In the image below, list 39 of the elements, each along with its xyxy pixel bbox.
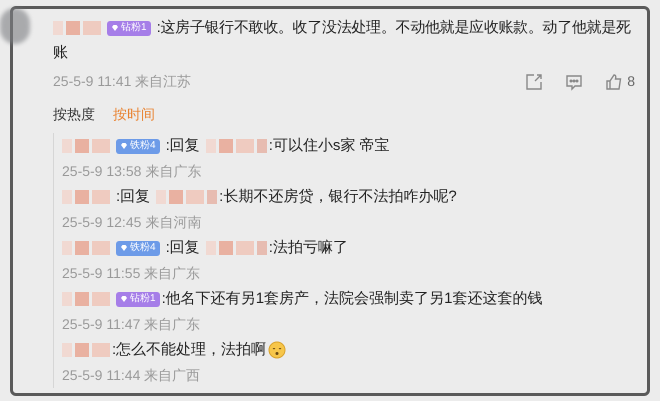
badge-label: 钻粉1 [130, 294, 156, 304]
avatar [0, 8, 30, 44]
badge-label: 钻粉1 [121, 23, 147, 33]
sort-tab[interactable]: 按热度 [53, 104, 95, 125]
blurred-name [62, 343, 110, 357]
reply-text: :他名下还有另1套房产，法院会强制卖了另1套还这套的钱 [162, 288, 542, 309]
reply-text: :长期不还房贷，银行不法拍咋办呢? [219, 186, 457, 207]
reply-text: :可以住小s家 帝宝 [268, 136, 390, 156]
blurred-name [62, 241, 110, 255]
comment-text: :这房子银行不敢收。收了没法处理。不动他就是应收账款。动了他就是死 [156, 18, 631, 38]
reply-text: :怎么不能处理，法拍啊 [112, 340, 266, 360]
reply-meta: 25-5-9 11:47 来自广东 [62, 315, 200, 334]
reply-label: :回复 [166, 238, 200, 258]
diamond-icon [120, 295, 128, 303]
like-count: 8 [627, 72, 635, 91]
reply-label: :回复 [166, 136, 200, 156]
comment-text: 账 [53, 43, 68, 63]
badge-label: 铁粉4 [130, 141, 156, 151]
share-icon[interactable] [525, 72, 544, 90]
blurred-name [62, 292, 110, 306]
blurred-name [206, 241, 267, 255]
badge-label: 铁粉4 [130, 243, 156, 253]
blurred-name [62, 139, 110, 153]
reply-text: :法拍亏嘛了 [268, 238, 348, 258]
reply-meta: 25-5-9 12:45 来自河南 [62, 213, 202, 232]
reply-meta: 25-5-9 13:58 来自广东 [62, 162, 202, 181]
diamond-icon [120, 142, 128, 150]
diamond-icon [111, 24, 119, 32]
diamond-icon [120, 244, 128, 252]
reply-meta: 25-5-9 11:55 来自广东 [62, 264, 200, 283]
comment-icon[interactable] [565, 72, 584, 90]
blurred-name [156, 190, 218, 204]
comment-meta: 25-5-9 11:41 来自江苏 [53, 72, 192, 91]
reply-meta: 25-5-9 11:44 来自广西 [62, 366, 200, 385]
reply-label: :回复 [116, 186, 150, 207]
blurred-name [53, 21, 101, 35]
thumbs-up-icon[interactable] [605, 72, 624, 90]
blurred-name [62, 190, 110, 204]
blurred-name [206, 139, 267, 153]
